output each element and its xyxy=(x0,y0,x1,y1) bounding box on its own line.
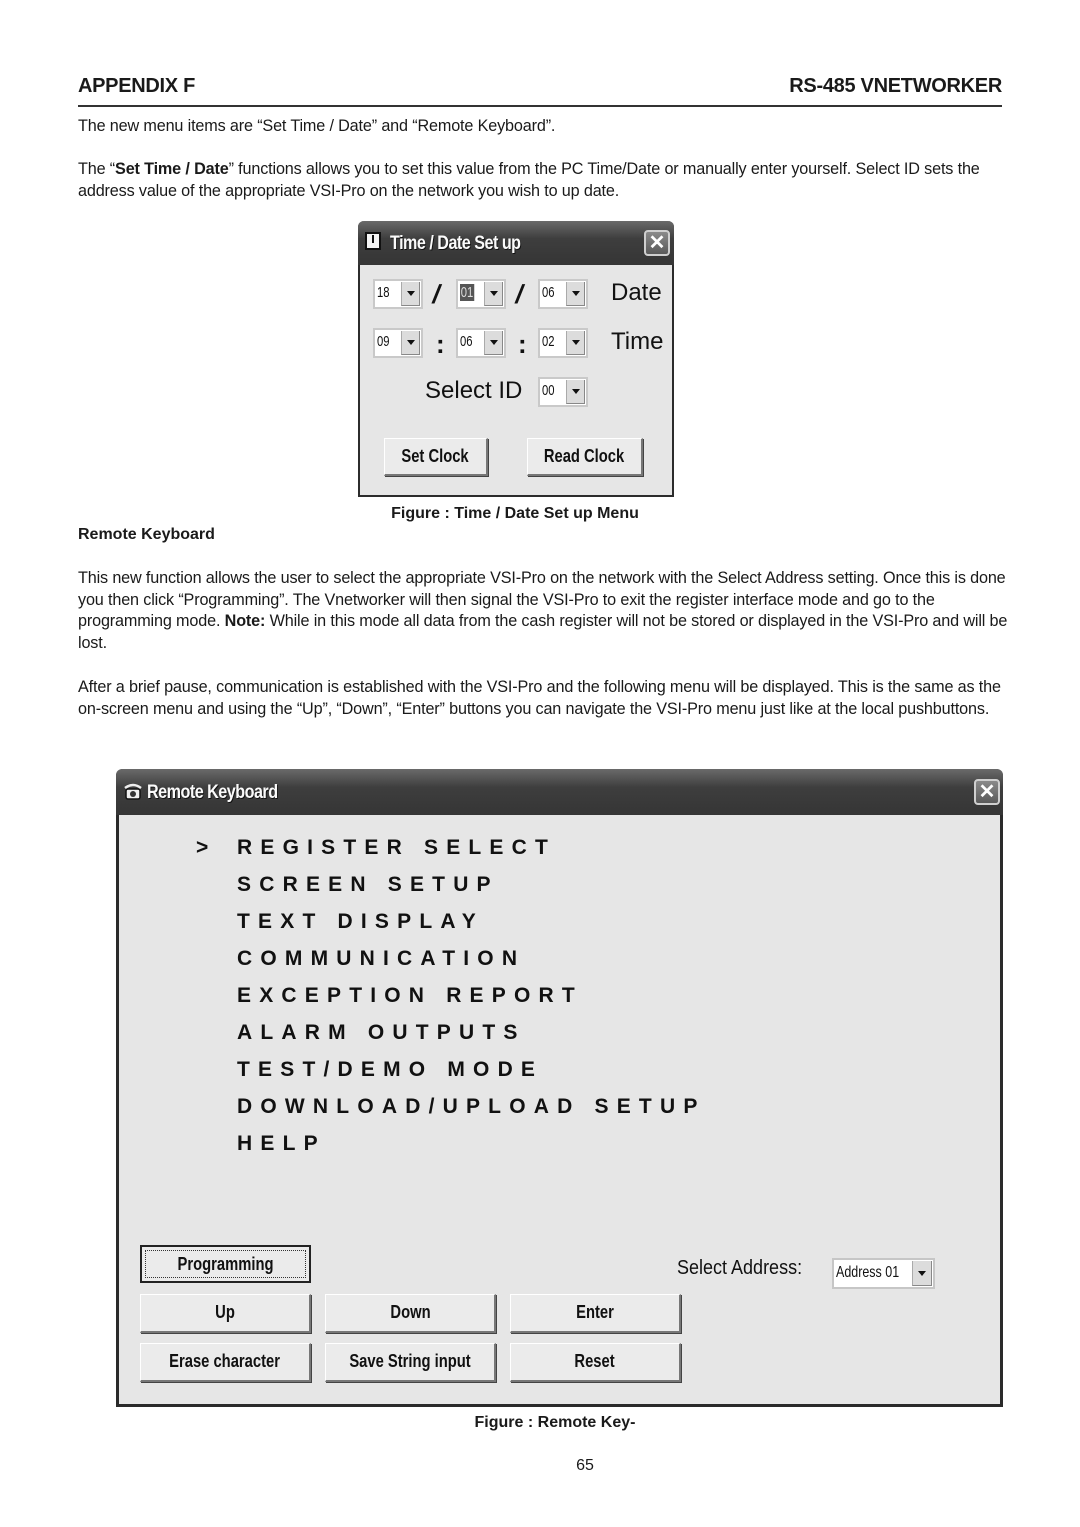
bold-term: Set Time / Date xyxy=(115,160,229,178)
menu-item[interactable]: TEST/DEMO MODE xyxy=(237,1058,543,1082)
text: The “ xyxy=(78,160,116,178)
window-titlebar[interactable]: Time / Date Set up ✕ xyxy=(358,221,674,265)
menu-item[interactable]: DOWNLOAD/UPLOAD SETUP xyxy=(237,1095,706,1119)
date-label: Date xyxy=(611,279,662,306)
telephone-app-icon xyxy=(124,783,142,800)
menu-item[interactable]: EXCEPTION REPORT xyxy=(237,984,583,1008)
set-time-date-paragraph: The “Set Time / Date” functions allows y… xyxy=(78,159,1008,202)
menu-cursor: > xyxy=(196,836,209,859)
menu-item[interactable]: SCREEN SETUP xyxy=(237,873,499,897)
enter-button[interactable]: Enter xyxy=(510,1294,681,1333)
chevron-down-icon[interactable] xyxy=(401,282,420,306)
time-separator: : xyxy=(436,329,445,359)
navigation-paragraph: After a brief pause, communication is es… xyxy=(78,678,1001,718)
menu-item[interactable]: REGISTER SELECT xyxy=(237,836,556,860)
select-id-select[interactable]: 00 xyxy=(538,377,588,407)
close-icon: ✕ xyxy=(978,781,996,803)
select-address-label: Select Address: xyxy=(677,1257,803,1279)
button-label: Enter xyxy=(576,1302,614,1322)
minute-select[interactable]: 06 xyxy=(456,328,506,358)
button-label: Read Clock xyxy=(544,446,625,466)
second-select[interactable]: 02 xyxy=(538,328,588,358)
page-number: 65 xyxy=(576,1457,594,1474)
programming-button[interactable]: Programming xyxy=(140,1245,311,1283)
chevron-down-icon[interactable] xyxy=(566,380,585,404)
time-label: Time xyxy=(611,328,664,355)
button-label: Up xyxy=(215,1302,235,1322)
button-label: Down xyxy=(389,1302,431,1322)
remote-keyboard-paragraph: This new function allows the user to sel… xyxy=(78,568,1008,655)
select-address-dropdown[interactable]: Address 01 xyxy=(832,1258,935,1289)
close-button[interactable]: ✕ xyxy=(644,230,670,256)
hour-value: 09 xyxy=(377,333,390,350)
up-button[interactable]: Up xyxy=(140,1294,311,1333)
close-icon: ✕ xyxy=(648,232,666,254)
figure-caption-time-date: Figure : Time / Date Set up Menu xyxy=(391,505,639,522)
button-label: Erase character xyxy=(169,1351,281,1371)
window-titlebar[interactable]: Remote Keyboard ✕ xyxy=(116,769,1003,815)
menu-item[interactable]: TEXT DISPLAY xyxy=(237,910,484,934)
second-value: 02 xyxy=(542,333,555,350)
window-title: Time / Date Set up xyxy=(390,233,521,254)
chevron-down-icon[interactable] xyxy=(566,282,585,306)
figure-caption-remote-key: Figure : Remote Key- xyxy=(474,1414,636,1431)
appendix-heading: APPENDIX F xyxy=(78,75,196,97)
reset-button[interactable]: Reset xyxy=(510,1343,681,1382)
menu-item[interactable]: COMMUNICATION xyxy=(237,947,525,971)
chevron-down-icon[interactable] xyxy=(484,331,503,355)
select-id-value: 00 xyxy=(542,382,555,399)
down-button[interactable]: Down xyxy=(325,1294,496,1333)
select-address-value: Address 01 xyxy=(836,1264,900,1281)
date-separator: / xyxy=(512,279,527,309)
read-clock-button[interactable]: Read Clock xyxy=(527,438,643,476)
header-divider xyxy=(78,105,1002,107)
erase-character-button[interactable]: Erase character xyxy=(140,1343,311,1382)
note-label: Note: xyxy=(224,612,266,631)
time-separator: : xyxy=(518,329,527,359)
month-select[interactable]: 01 xyxy=(456,279,506,309)
day-select[interactable]: 18 xyxy=(373,279,423,309)
button-label: Save String input xyxy=(349,1351,471,1371)
chevron-down-icon[interactable] xyxy=(484,282,503,306)
month-value: 01 xyxy=(460,284,475,301)
chevron-down-icon[interactable] xyxy=(912,1261,932,1286)
day-value: 18 xyxy=(377,284,390,301)
clock-app-icon xyxy=(365,232,381,250)
close-button[interactable]: ✕ xyxy=(974,779,1000,805)
menu-item[interactable]: ALARM OUTPUTS xyxy=(237,1021,526,1045)
hour-select[interactable]: 09 xyxy=(373,328,423,358)
button-label: Reset xyxy=(574,1351,616,1371)
button-label: Programming xyxy=(177,1254,274,1274)
section-heading-remote-keyboard: Remote Keyboard xyxy=(78,526,215,543)
minute-value: 06 xyxy=(460,333,473,350)
remote-keyboard-window: Remote Keyboard ✕ > REGISTER SELECT SCRE… xyxy=(116,769,1003,1407)
intro-paragraph: The new menu items are “Set Time / Date”… xyxy=(78,117,556,135)
menu-item[interactable]: HELP xyxy=(237,1132,326,1156)
window-title: Remote Keyboard xyxy=(147,782,278,803)
set-clock-button[interactable]: Set Clock xyxy=(384,438,488,476)
button-label: Set Clock xyxy=(401,446,470,466)
year-select[interactable]: 06 xyxy=(538,279,588,309)
time-date-setup-window: Time / Date Set up ✕ 18 / 01 / 06 Date 0… xyxy=(358,221,674,497)
document-title: RS-485 VNETWORKER xyxy=(789,75,1002,97)
year-value: 06 xyxy=(542,284,555,301)
chevron-down-icon[interactable] xyxy=(401,331,420,355)
select-id-label: Select ID xyxy=(425,377,523,404)
date-separator: / xyxy=(429,279,444,309)
chevron-down-icon[interactable] xyxy=(566,331,585,355)
save-string-input-button[interactable]: Save String input xyxy=(325,1343,496,1382)
